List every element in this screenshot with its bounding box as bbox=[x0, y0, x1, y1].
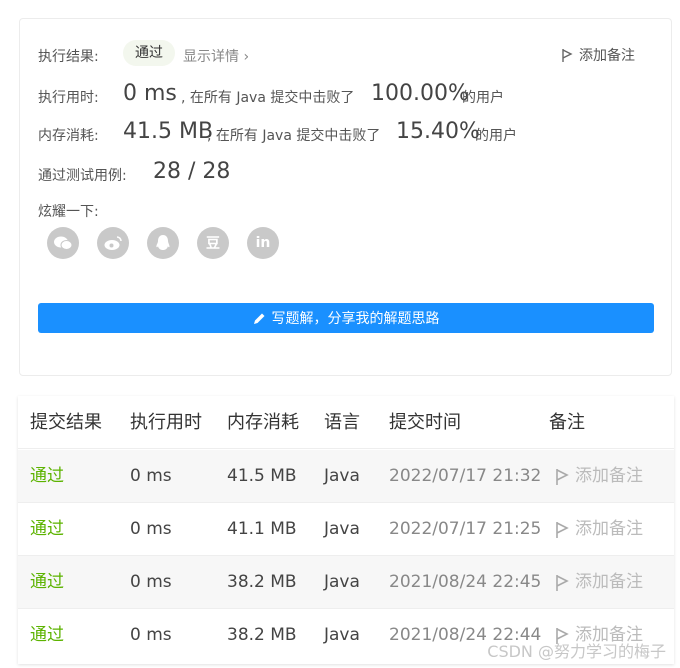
douban-icon[interactable]: 豆 bbox=[197, 227, 229, 259]
add-note-button[interactable]: 添加备注 bbox=[555, 503, 643, 556]
write-solution-button[interactable]: 写题解，分享我的解题思路 bbox=[38, 303, 654, 333]
share-label: 炫耀一下: bbox=[38, 204, 99, 220]
result-card: 执行结果: 通过 显示详情 › 添加备注 执行用时: 0 ms , 在所有 Ja… bbox=[19, 18, 672, 376]
add-note-button[interactable]: 添加备注 bbox=[555, 450, 643, 503]
flag-icon bbox=[556, 521, 569, 538]
add-note-button[interactable]: 添加备注 bbox=[555, 556, 643, 609]
write-solution-label: 写题解，分享我的解题思路 bbox=[271, 311, 440, 327]
weibo-icon[interactable] bbox=[97, 227, 129, 259]
runtime-value: 0 ms bbox=[123, 81, 177, 106]
memory-cell: 41.1 MB bbox=[227, 519, 297, 539]
status-link[interactable]: 通过 bbox=[30, 450, 64, 503]
memory-text: , 在所有 Java 提交中击败了 bbox=[207, 128, 381, 144]
language-cell: Java bbox=[324, 572, 360, 592]
header-note: 备注 bbox=[549, 412, 585, 433]
table-row[interactable]: 通过 0 ms 38.2 MB Java 2021/08/24 22:45 添加… bbox=[18, 556, 674, 609]
douban-glyph: 豆 bbox=[206, 236, 220, 252]
header-time: 提交时间 bbox=[389, 412, 461, 433]
runtime-label: 执行用时: bbox=[38, 90, 99, 106]
add-note-label: 添加备注 bbox=[575, 466, 643, 486]
memory-percent: 15.40% bbox=[396, 119, 480, 144]
runtime-cell: 0 ms bbox=[130, 625, 172, 645]
table-row[interactable]: 通过 0 ms 41.5 MB Java 2022/07/17 21:32 添加… bbox=[18, 450, 674, 503]
runtime-text: , 在所有 Java 提交中击败了 bbox=[181, 90, 355, 106]
time-cell: 2022/07/17 21:32 bbox=[389, 466, 542, 486]
add-note-label: 添加备注 bbox=[575, 572, 643, 592]
memory-cell: 38.2 MB bbox=[227, 572, 297, 592]
add-note-label: 添加备注 bbox=[575, 519, 643, 539]
memory-cell: 41.5 MB bbox=[227, 466, 297, 486]
memory-suffix: 的用户 bbox=[475, 128, 517, 144]
status-link[interactable]: 通过 bbox=[30, 503, 64, 556]
wechat-icon[interactable] bbox=[47, 227, 79, 259]
header-status: 提交结果 bbox=[30, 412, 102, 433]
linkedin-icon[interactable]: in bbox=[247, 227, 279, 259]
pencil-icon bbox=[253, 313, 264, 324]
runtime-cell: 0 ms bbox=[130, 466, 172, 486]
memory-cell: 38.2 MB bbox=[227, 625, 297, 645]
header-language: 语言 bbox=[324, 412, 360, 433]
flag-icon bbox=[556, 468, 569, 485]
time-cell: 2022/07/17 21:25 bbox=[389, 519, 542, 539]
add-note-label: 添加备注 bbox=[579, 48, 635, 64]
share-icons: 豆 in bbox=[47, 227, 279, 259]
runtime-cell: 0 ms bbox=[130, 572, 172, 592]
watermark: CSDN @努力学习的梅子 bbox=[487, 642, 666, 661]
add-note-button[interactable]: 添加备注 bbox=[561, 45, 635, 65]
time-cell: 2021/08/24 22:45 bbox=[389, 572, 542, 592]
status-link[interactable]: 通过 bbox=[30, 556, 64, 609]
header-runtime: 执行用时 bbox=[130, 412, 202, 433]
runtime-suffix: 的用户 bbox=[462, 90, 504, 106]
memory-label: 内存消耗: bbox=[38, 128, 99, 144]
table-row[interactable]: 通过 0 ms 41.1 MB Java 2022/07/17 21:25 添加… bbox=[18, 503, 674, 556]
result-label: 执行结果: bbox=[38, 49, 99, 65]
details-link[interactable]: 显示详情 › bbox=[183, 46, 249, 66]
header-memory: 内存消耗 bbox=[227, 412, 299, 433]
status-badge: 通过 bbox=[123, 40, 175, 66]
chevron-right-icon: › bbox=[243, 49, 250, 65]
language-cell: Java bbox=[324, 625, 360, 645]
tests-label: 通过测试用例: bbox=[38, 168, 127, 184]
tests-value: 28 / 28 bbox=[153, 159, 231, 184]
status-link[interactable]: 通过 bbox=[30, 609, 64, 662]
language-cell: Java bbox=[324, 519, 360, 539]
submissions-table: 提交结果 执行用时 内存消耗 语言 提交时间 备注 通过 0 ms 41.5 M… bbox=[18, 396, 674, 664]
table-header: 提交结果 执行用时 内存消耗 语言 提交时间 备注 bbox=[18, 396, 674, 449]
qq-icon[interactable] bbox=[147, 227, 179, 259]
memory-value: 41.5 MB bbox=[123, 119, 214, 144]
details-link-label: 显示详情 bbox=[183, 49, 239, 65]
runtime-percent: 100.00% bbox=[371, 81, 469, 106]
flag-icon bbox=[556, 574, 569, 591]
flag-icon bbox=[562, 48, 573, 62]
language-cell: Java bbox=[324, 466, 360, 486]
runtime-cell: 0 ms bbox=[130, 519, 172, 539]
linkedin-glyph: in bbox=[255, 235, 271, 251]
